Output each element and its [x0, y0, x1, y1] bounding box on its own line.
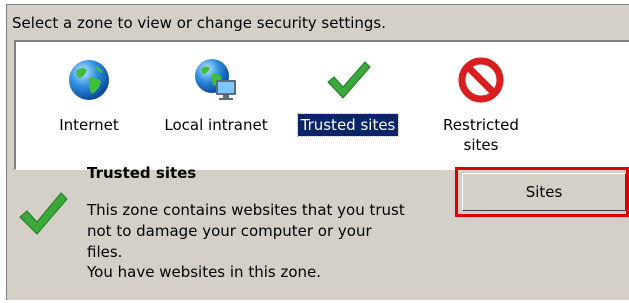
zone-prompt: Select a zone to view or change security…: [12, 14, 387, 32]
zone-detail-status: You have websites in this zone.: [87, 263, 322, 281]
zone-local-intranet[interactable]: Local intranet: [156, 56, 276, 136]
zone-list[interactable]: Internet Local intranet Trusted sites Re…: [14, 40, 629, 170]
restricted-icon: [458, 57, 504, 103]
checkmark-icon: [327, 61, 371, 99]
zone-internet[interactable]: Internet: [44, 56, 134, 136]
zone-label: Local intranet: [164, 116, 268, 134]
zone-trusted-sites[interactable]: Trusted sites: [288, 56, 408, 137]
checkmark-icon: [19, 192, 68, 235]
globe-icon: [69, 60, 109, 100]
zone-label-line2: sites: [463, 136, 499, 154]
zone-detail-description: This zone contains websites that you tru…: [87, 201, 405, 261]
sites-button[interactable]: Sites: [462, 173, 626, 211]
local-intranet-icon: [195, 59, 236, 100]
zone-detail-title: Trusted sites: [87, 164, 197, 182]
zone-label: Trusted sites: [296, 113, 400, 137]
sites-button-highlight: Sites: [455, 167, 629, 217]
zone-label: Restricted: [443, 116, 519, 134]
zone-label: Internet: [59, 116, 119, 134]
zone-restricted-sites[interactable]: Restricted sites: [426, 56, 536, 154]
